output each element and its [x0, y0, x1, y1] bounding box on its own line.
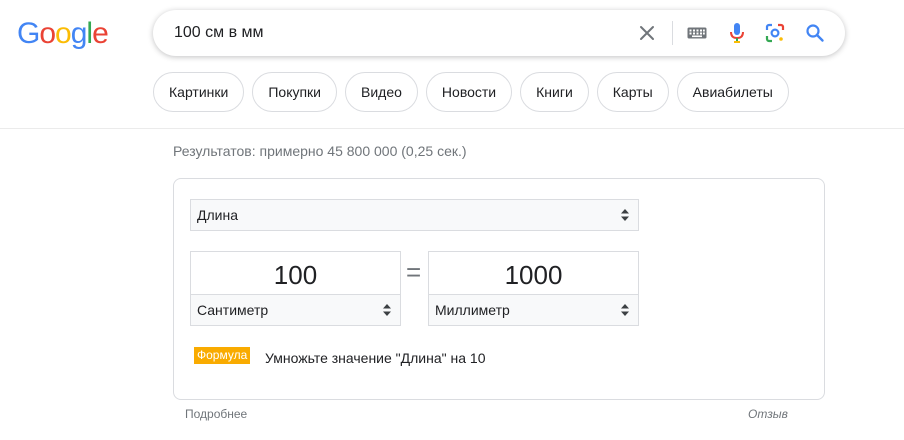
from-value-input[interactable] [191, 252, 400, 295]
search-icon[interactable] [803, 21, 827, 45]
more-info-link[interactable]: Подробнее [185, 407, 247, 421]
from-unit-label: Сантиметр [197, 302, 269, 318]
chip-news[interactable]: Новости [425, 72, 513, 112]
chip-maps[interactable]: Карты [596, 72, 669, 112]
updown-arrows-icon [621, 304, 629, 316]
feedback-link[interactable]: Отзыв [748, 407, 788, 421]
formula-badge: Формула [194, 347, 251, 364]
to-unit-label: Миллиметр [435, 302, 510, 318]
chip-flights[interactable]: Авиабилеты [676, 72, 789, 112]
logo-letter: G [17, 17, 40, 50]
chip-shopping[interactable]: Покупки [252, 72, 338, 112]
logo-letter: e [92, 17, 109, 50]
keyboard-icon[interactable] [685, 21, 709, 45]
search-input[interactable] [174, 22, 614, 44]
to-unit-box: Миллиметр [428, 251, 639, 326]
search-divider [672, 21, 673, 45]
microphone-icon[interactable] [725, 21, 749, 45]
search-box [153, 10, 845, 56]
chip-books[interactable]: Книги [520, 72, 589, 112]
updown-arrows-icon [383, 304, 391, 316]
result-stats: Результатов: примерно 45 800 000 (0,25 с… [173, 143, 467, 159]
updown-arrows-icon [621, 209, 629, 221]
logo-letter: o [39, 17, 56, 50]
google-logo[interactable]: Google [17, 17, 109, 51]
lens-icon[interactable] [763, 21, 787, 45]
logo-letter: g [70, 17, 88, 50]
to-unit-select[interactable]: Миллиметр [428, 294, 639, 326]
unit-converter-card: Длина Сантиметр = Миллиметр Формула Умно… [173, 178, 825, 400]
logo-letter: o [55, 17, 72, 50]
formula-text: Умножьте значение "Длина" на 10 [265, 350, 486, 366]
to-value-input[interactable] [429, 252, 638, 295]
chip-images[interactable]: Картинки [153, 72, 245, 112]
from-unit-select[interactable]: Сантиметр [190, 294, 401, 326]
search-filter-chips: Картинки Покупки Видео Новости Книги Кар… [153, 72, 789, 112]
quantity-select-value: Длина [197, 207, 238, 223]
chip-videos[interactable]: Видео [345, 72, 418, 112]
quantity-select[interactable]: Длина [190, 199, 639, 231]
header-divider [0, 128, 904, 129]
close-icon[interactable] [635, 21, 659, 45]
equals-sign: = [406, 257, 422, 287]
from-unit-box: Сантиметр [190, 251, 401, 326]
